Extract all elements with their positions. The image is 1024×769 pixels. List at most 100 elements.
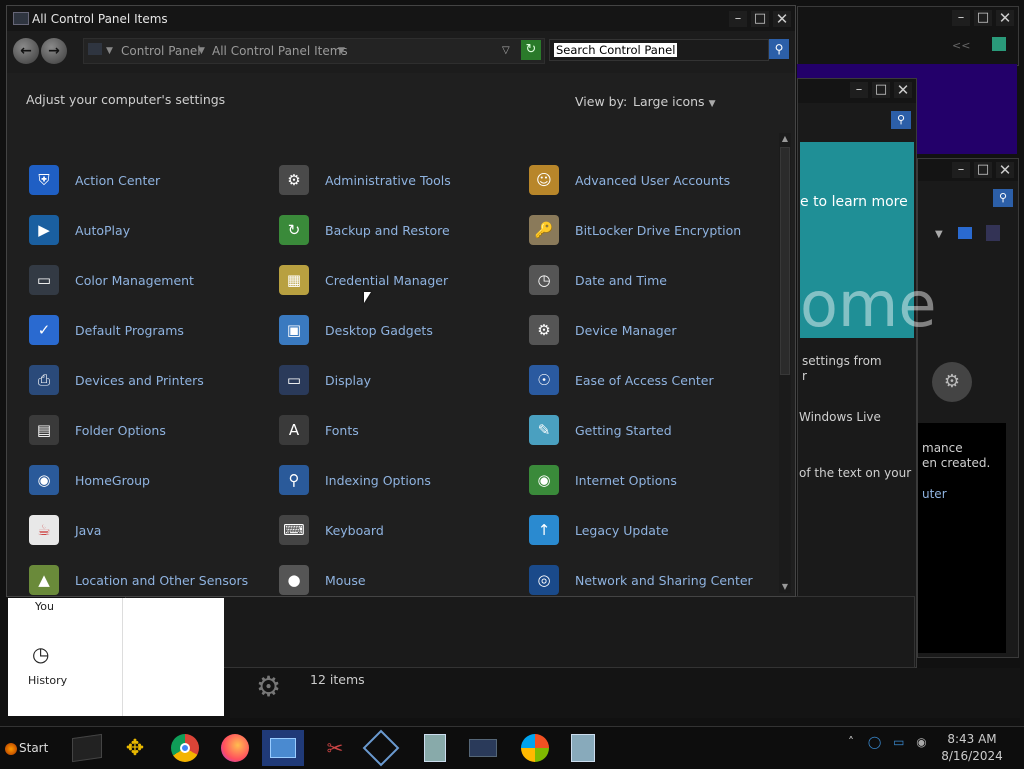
- network-icon[interactable]: ◯: [868, 735, 881, 749]
- text-on-your-link[interactable]: of the text on your: [799, 466, 911, 480]
- control-panel-item[interactable]: ⎙ Devices and Printers: [27, 359, 267, 399]
- maximize-button[interactable]: □: [751, 11, 769, 27]
- maximize-button[interactable]: □: [974, 162, 992, 178]
- notes-icon[interactable]: [992, 37, 1006, 51]
- control-panel-item-label[interactable]: Color Management: [75, 273, 194, 288]
- control-panel-item[interactable]: ▶ AutoPlay: [27, 209, 267, 249]
- display-icon[interactable]: [462, 730, 504, 766]
- control-panel-item[interactable]: ▤ Folder Options: [27, 409, 267, 449]
- control-panel-item[interactable]: ◉ HomeGroup: [27, 459, 267, 499]
- breadcrumb[interactable]: ▼ Control Panel ▼ All Control Panel Item…: [83, 38, 545, 64]
- pane-icon[interactable]: [986, 225, 1000, 241]
- control-panel-item[interactable]: ⚙ Administrative Tools: [277, 159, 517, 199]
- search-icon[interactable]: ⚲: [891, 111, 911, 129]
- view-by-dropdown[interactable]: Large icons ▼: [633, 94, 715, 109]
- scrollbar-thumb[interactable]: [780, 147, 790, 375]
- chevron-down-icon[interactable]: ▼: [198, 46, 205, 56]
- calculator-icon[interactable]: [414, 730, 456, 766]
- control-panel-item-label[interactable]: Ease of Access Center: [575, 373, 714, 388]
- control-panel-item[interactable]: ⚙ Device Manager: [527, 309, 767, 349]
- volume-icon[interactable]: ◉: [916, 735, 926, 749]
- title-bar[interactable]: All Control Panel Items – □ ✕: [7, 6, 795, 31]
- control-panel-item[interactable]: ◉ Internet Options: [527, 459, 767, 499]
- you-label[interactable]: You: [35, 600, 54, 613]
- close-button[interactable]: ✕: [996, 10, 1014, 26]
- close-button[interactable]: ✕: [773, 11, 791, 27]
- chevron-down-icon[interactable]: ▼: [106, 46, 113, 56]
- control-panel-item[interactable]: ● Mouse: [277, 559, 517, 596]
- control-panel-item-label[interactable]: Mouse: [325, 573, 366, 588]
- maximize-button[interactable]: □: [974, 10, 992, 26]
- control-panel-item[interactable]: ▦ Credential Manager: [277, 259, 517, 299]
- control-panel-item-label[interactable]: Device Manager: [575, 323, 677, 338]
- control-panel-item-label[interactable]: HomeGroup: [75, 473, 150, 488]
- minimize-button[interactable]: –: [952, 10, 970, 26]
- scroll-up-icon[interactable]: ▲: [779, 133, 791, 145]
- minimize-button[interactable]: –: [850, 82, 868, 98]
- control-panel-item[interactable]: ☉ Ease of Access Center: [527, 359, 767, 399]
- control-panel-item[interactable]: ☺ Advanced User Accounts: [527, 159, 767, 199]
- remote-desktop-icon[interactable]: [262, 730, 304, 766]
- steam-icon[interactable]: ⚙: [932, 362, 972, 402]
- control-panel-item[interactable]: ⌨ Keyboard: [277, 509, 517, 549]
- minimize-button[interactable]: –: [729, 11, 747, 27]
- control-panel-item-label[interactable]: Location and Other Sensors: [75, 573, 248, 588]
- control-panel-item[interactable]: ↑ Legacy Update: [527, 509, 767, 549]
- control-panel-item-label[interactable]: Devices and Printers: [75, 373, 204, 388]
- control-panel-item-label[interactable]: Java: [75, 523, 101, 538]
- firefox-icon[interactable]: [214, 730, 256, 766]
- history-label[interactable]: History: [28, 674, 67, 687]
- control-panel-item-label[interactable]: Network and Sharing Center: [575, 573, 753, 588]
- clock[interactable]: 8:43 AM 8/16/2024: [936, 731, 1008, 765]
- control-panel-item-label[interactable]: Credential Manager: [325, 273, 448, 288]
- control-panel-item-label[interactable]: Desktop Gadgets: [325, 323, 433, 338]
- control-panel-item-label[interactable]: Display: [325, 373, 371, 388]
- control-panel-item-label[interactable]: Folder Options: [75, 423, 166, 438]
- close-button[interactable]: ✕: [996, 162, 1014, 178]
- control-panel-item-label[interactable]: Indexing Options: [325, 473, 431, 488]
- dropdown-arrow-icon[interactable]: ▼: [935, 229, 943, 240]
- learn-more-text[interactable]: e to learn more: [800, 194, 908, 210]
- windows-live-link[interactable]: Windows Live: [799, 410, 881, 424]
- control-panel-item-label[interactable]: Getting Started: [575, 423, 672, 438]
- back-button[interactable]: ←: [13, 38, 39, 64]
- minimize-button[interactable]: –: [952, 162, 970, 178]
- control-panel-item-label[interactable]: Backup and Restore: [325, 223, 450, 238]
- chevron-down-icon[interactable]: ▼: [709, 99, 716, 109]
- chrome-icon[interactable]: [164, 730, 206, 766]
- task-manager-icon[interactable]: [66, 730, 108, 766]
- control-panel-item[interactable]: 🔑 BitLocker Drive Encryption: [527, 209, 767, 249]
- control-panel-item[interactable]: ☕ Java: [27, 509, 267, 549]
- search-icon[interactable]: ⚲: [769, 39, 789, 59]
- snipping-tool-icon[interactable]: ✂: [314, 730, 356, 766]
- virtualbox-icon[interactable]: [360, 729, 402, 767]
- control-panel-item-label[interactable]: Internet Options: [575, 473, 677, 488]
- control-panel-item[interactable]: A Fonts: [277, 409, 517, 449]
- breadcrumb-control-panel[interactable]: Control Panel: [121, 44, 201, 58]
- control-panel-item[interactable]: ✎ Getting Started: [527, 409, 767, 449]
- control-panel-item[interactable]: ⛨ Action Center: [27, 159, 267, 199]
- control-panel-item[interactable]: ▭ Color Management: [27, 259, 267, 299]
- windows-icon[interactable]: [514, 730, 556, 766]
- control-panel-item-label[interactable]: Legacy Update: [575, 523, 669, 538]
- scroll-down-icon[interactable]: ▼: [779, 581, 791, 593]
- view-icon[interactable]: [958, 227, 972, 239]
- collapse-icon[interactable]: <<: [952, 39, 970, 52]
- computer-link[interactable]: uter: [922, 487, 947, 501]
- control-panel-item-label[interactable]: BitLocker Drive Encryption: [575, 223, 741, 238]
- control-panel-item[interactable]: ⚲ Indexing Options: [277, 459, 517, 499]
- puzzle-icon[interactable]: ✥: [114, 730, 156, 766]
- view-by-value[interactable]: Large icons: [633, 94, 705, 109]
- control-panel-item[interactable]: ▣ Desktop Gadgets: [277, 309, 517, 349]
- refresh-button[interactable]: ↻: [521, 40, 541, 60]
- control-panel-item[interactable]: ↻ Backup and Restore: [277, 209, 517, 249]
- control-panel-item[interactable]: ◷ Date and Time: [527, 259, 767, 299]
- address-dropdown-icon[interactable]: ▽: [502, 45, 510, 56]
- monitor-icon[interactable]: ▭: [893, 735, 904, 749]
- close-button[interactable]: ✕: [894, 82, 912, 98]
- control-panel-item-label[interactable]: Action Center: [75, 173, 160, 188]
- show-hidden-icons[interactable]: ˄: [848, 735, 854, 749]
- control-panel-item-label[interactable]: Advanced User Accounts: [575, 173, 730, 188]
- control-panel-item-label[interactable]: Fonts: [325, 423, 359, 438]
- control-panel-item[interactable]: ◎ Network and Sharing Center: [527, 559, 767, 596]
